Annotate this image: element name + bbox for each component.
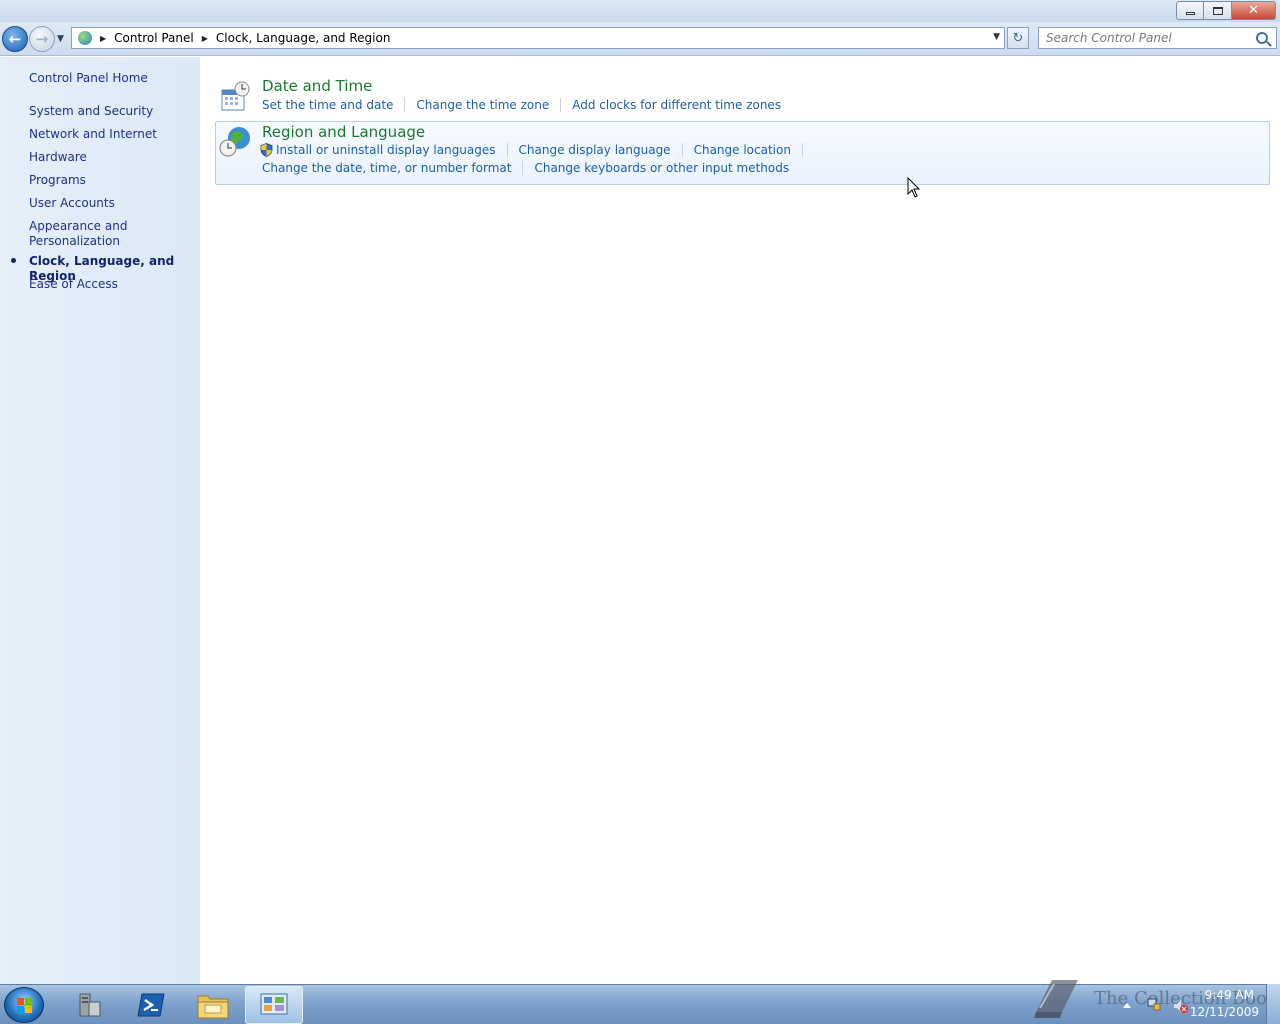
breadcrumb-control-panel[interactable]: Control Panel (114, 31, 194, 45)
search-box[interactable] (1038, 27, 1277, 49)
category-date-and-time: Date and Time Set the time and date Chan… (215, 75, 1270, 117)
windows-logo-icon (17, 998, 33, 1013)
sidebar-item-ease-of-access[interactable]: Ease of Access (29, 277, 118, 292)
forward-button[interactable]: → (29, 26, 55, 52)
sidebar: Control Panel Home System and Security N… (0, 57, 200, 984)
link-set-time-and-date[interactable]: Set the time and date (262, 98, 393, 112)
region-and-language-tasks-row2: Change the date, time, or number format … (262, 161, 789, 175)
sidebar-item-programs[interactable]: Programs (29, 173, 86, 188)
globe-clock-icon (219, 127, 250, 157)
category-region-and-language: Region and Language Install or uninstall… (215, 121, 1270, 185)
sidebar-item-user-accounts[interactable]: User Accounts (29, 196, 115, 211)
refresh-button[interactable]: ↻ (1007, 27, 1029, 49)
close-icon: ✕ (1248, 3, 1259, 18)
sidebar-item-appearance-and-personalization[interactable]: Appearance and Personalization (29, 219, 139, 249)
link-change-time-zone[interactable]: Change the time zone (416, 98, 549, 112)
control-panel-icon (260, 993, 288, 1015)
link-add-clocks[interactable]: Add clocks for different time zones (572, 98, 781, 112)
divider (506, 143, 508, 157)
link-change-display-language[interactable]: Change display language (519, 143, 671, 157)
divider (681, 143, 683, 157)
close-button[interactable]: ✕ (1232, 1, 1276, 20)
link-change-keyboards[interactable]: Change keyboards or other input methods (534, 161, 789, 175)
date-and-time-tasks: Set the time and date Change the time zo… (262, 98, 781, 112)
file-explorer-icon (197, 995, 229, 1019)
breadcrumb-arrow-icon[interactable]: ▶ (100, 34, 106, 43)
title-bar: ✕ (0, 0, 1280, 22)
main-content: Date and Time Set the time and date Chan… (200, 57, 1280, 984)
navigation-bar: ← → ▼ ▶ Control Panel ▶ Clock, Language,… (0, 22, 1280, 56)
uac-shield-icon (260, 143, 273, 157)
window-controls: ✕ (1176, 1, 1276, 20)
breadcrumb-arrow-icon[interactable]: ▶ (202, 34, 208, 43)
sidebar-item-hardware[interactable]: Hardware (29, 150, 87, 165)
show-desktop-button[interactable] (1266, 984, 1280, 1024)
breadcrumb-clock-language-region[interactable]: Clock, Language, and Region (216, 31, 391, 45)
search-icon[interactable] (1256, 32, 1268, 44)
back-arrow-icon: ← (8, 30, 22, 48)
divider (560, 98, 562, 112)
minimize-icon (1185, 12, 1195, 15)
date-and-time-title[interactable]: Date and Time (262, 77, 372, 95)
restore-icon (1212, 6, 1223, 15)
control-panel-icon (78, 31, 92, 45)
divider (522, 161, 524, 175)
refresh-icon: ↻ (1012, 30, 1024, 46)
divider (404, 98, 406, 112)
clock-time[interactable]: 9:49 AM (1205, 988, 1254, 1002)
minimize-button[interactable] (1176, 1, 1204, 20)
taskbar-powershell[interactable] (122, 986, 180, 1024)
sidebar-item-control-panel-home[interactable]: Control Panel Home (29, 71, 148, 86)
divider (801, 143, 803, 157)
start-button[interactable] (4, 987, 44, 1023)
current-item-bullet (11, 258, 16, 263)
address-bar[interactable]: ▶ Control Panel ▶ Clock, Language, and R… (71, 27, 1005, 49)
forward-arrow-icon: → (35, 30, 49, 48)
clock-date[interactable]: 12/11/2009 (1190, 1005, 1259, 1019)
restore-button[interactable] (1204, 1, 1232, 20)
sidebar-item-system-and-security[interactable]: System and Security (29, 104, 153, 119)
region-and-language-title[interactable]: Region and Language (262, 123, 425, 141)
system-tray: 9:49 AM 12/11/2009 (1010, 984, 1280, 1024)
mouse-cursor-icon (907, 177, 921, 198)
region-and-language-tasks-row1: Install or uninstall display languages C… (260, 143, 814, 157)
back-button[interactable]: ← (2, 26, 28, 52)
taskbar-server-manager[interactable] (60, 986, 118, 1024)
link-change-date-time-number-format[interactable]: Change the date, time, or number format (262, 161, 511, 175)
taskbar-file-explorer[interactable] (184, 986, 242, 1024)
link-install-uninstall-display-languages[interactable]: Install or uninstall display languages (276, 143, 496, 157)
server-manager-icon (79, 993, 101, 1017)
address-dropdown-icon[interactable]: ▼ (993, 32, 1000, 42)
sidebar-item-network-and-internet[interactable]: Network and Internet (29, 127, 157, 142)
recent-pages-dropdown[interactable]: ▼ (57, 34, 64, 44)
link-change-location[interactable]: Change location (694, 143, 791, 157)
powershell-icon (137, 993, 165, 1017)
search-input[interactable] (1039, 31, 1256, 45)
calendar-clock-icon (221, 81, 250, 111)
taskbar-control-panel[interactable] (245, 986, 303, 1024)
